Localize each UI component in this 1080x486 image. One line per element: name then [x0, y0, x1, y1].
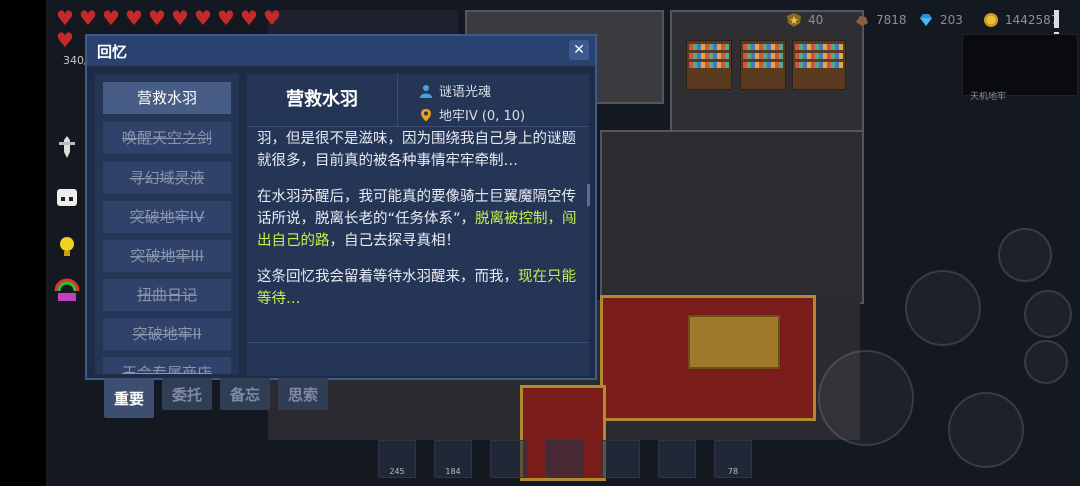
- npc-meta: 谜语光魂: [419, 81, 491, 100]
- ore-icon: [856, 16, 868, 26]
- heart-icon: ♥: [263, 6, 281, 30]
- material-counter: 7818: [854, 10, 907, 30]
- lightbulb-icon[interactable]: [54, 234, 80, 260]
- person-icon: [420, 84, 432, 98]
- memory-paragraph: 羽，但是很不是滋味，因为围绕我自己身上的谜题就很多，目前真的被各种事情牢牢牵制…: [257, 131, 576, 169]
- wall-block: [600, 130, 864, 304]
- attack-button[interactable]: [818, 350, 914, 446]
- bookshelf: [740, 40, 786, 90]
- heart-icon: ♥: [217, 6, 235, 30]
- category-tabs: 重要 委托 备忘 思索: [104, 378, 329, 418]
- memory-paragraph: 在水羽苏醒后，我可能真的要像骑士巨翼魔隔空传话所说，脱离长老的“任务体系”，脱离…: [257, 186, 579, 252]
- health-hearts-row2: ♥: [56, 28, 76, 52]
- hotbar-count: 78: [727, 467, 739, 476]
- gem-counter: 203: [918, 10, 963, 30]
- tab-commission[interactable]: 委托: [162, 378, 213, 410]
- memory-item[interactable]: 突破地牢IV: [103, 201, 231, 233]
- minimap[interactable]: [962, 34, 1078, 96]
- coin-counter: 1442587: [983, 10, 1058, 30]
- close-button[interactable]: ✕: [569, 40, 589, 60]
- memory-paragraph: 这条回忆我会留着等待水羽醒来，而我，现在只能等待…: [257, 266, 579, 310]
- heart-icon: ♥: [56, 6, 74, 30]
- content-scrollbar[interactable]: [587, 184, 590, 206]
- hotbar-slot[interactable]: 245: [378, 440, 416, 478]
- skill-button[interactable]: [998, 228, 1052, 282]
- heart-icon: ♥: [102, 6, 120, 30]
- pause-button[interactable]: [1054, 10, 1070, 50]
- switch-button[interactable]: [1024, 340, 1068, 384]
- health-hearts: ♥ ♥ ♥ ♥ ♥ ♥ ♥ ♥ ♥ ♥: [56, 6, 283, 30]
- memory-item[interactable]: 营救水羽: [103, 82, 231, 114]
- dodge-button[interactable]: [948, 392, 1024, 468]
- memory-list: 营救水羽 唤醒天空之剑 寻幻域灵液 突破地牢IV 突破地牢III 扭曲日记 突破…: [95, 74, 239, 374]
- tab-ponder[interactable]: 思索: [278, 378, 329, 410]
- memory-dialog: 回忆 ✕ 营救水羽 唤醒天空之剑 寻幻域灵液 突破地牢IV 突破地牢III 扭曲…: [85, 34, 597, 380]
- heart-icon: ♥: [56, 28, 74, 52]
- memory-item[interactable]: 突破地牢III: [103, 240, 231, 272]
- coin-icon: [984, 13, 998, 27]
- dialog-title: 回忆: [97, 43, 128, 61]
- location-pin-icon: [421, 108, 431, 121]
- hotbar-count: 184: [445, 467, 461, 476]
- memory-item[interactable]: 寻幻域灵液: [103, 162, 231, 194]
- shield-star-icon: [787, 13, 801, 27]
- content-header: 营救水羽 谜语光魂 地牢IV (0, 10): [247, 74, 589, 127]
- content-title: 营救水羽: [247, 74, 398, 126]
- memory-content: 营救水羽 谜语光魂 地牢IV (0, 10) 羽，但是很不是滋味，因为围绕我自己…: [247, 74, 590, 376]
- tab-important[interactable]: 重要: [104, 378, 155, 418]
- material-value: 7818: [876, 13, 907, 27]
- heart-icon: ♥: [79, 6, 97, 30]
- content-divider: [247, 342, 589, 343]
- weapon-icon[interactable]: [54, 134, 80, 160]
- hotbar-slot[interactable]: [602, 440, 640, 478]
- dialog-header: 回忆 ✕: [87, 36, 595, 66]
- hp-text: 340/: [63, 54, 88, 67]
- hotbar-slot[interactable]: [658, 440, 696, 478]
- heart-icon: ♥: [171, 6, 189, 30]
- gem-value: 203: [940, 13, 963, 27]
- location-meta: 地牢IV (0, 10): [419, 105, 525, 124]
- memory-item[interactable]: 唤醒天空之剑: [103, 122, 231, 154]
- hotbar-slot[interactable]: [490, 440, 528, 478]
- special-skill-button[interactable]: [905, 270, 981, 346]
- heart-icon: ♥: [240, 6, 258, 30]
- heart-icon: ♥: [148, 6, 166, 30]
- tab-memo[interactable]: 备忘: [220, 378, 271, 410]
- memory-item[interactable]: 突破地牢II: [103, 318, 231, 350]
- swap-weapon-button[interactable]: [1024, 290, 1072, 338]
- heart-icon: ♥: [194, 6, 212, 30]
- text-span: ，自己去探寻真相！: [329, 233, 461, 249]
- hotbar-slot[interactable]: 78: [714, 440, 752, 478]
- screen-edge: [0, 0, 46, 486]
- location-text: 地牢IV (0, 10): [439, 109, 526, 124]
- npc-name: 谜语光魂: [439, 85, 492, 100]
- hotbar-slot[interactable]: 184: [434, 440, 472, 478]
- level-value: 40: [808, 13, 824, 27]
- wooden-table: [688, 315, 780, 369]
- minimap-label: 天机地牢: [970, 92, 1007, 102]
- bookshelf: [686, 40, 732, 90]
- memory-text[interactable]: 羽，但是很不是滋味，因为围绕我自己身上的谜题就很多，目前真的被各种事情牢牢牵制……: [257, 128, 579, 342]
- rainbow-shop-icon[interactable]: [54, 277, 80, 303]
- backpack-icon[interactable]: [54, 184, 80, 210]
- heart-icon: ♥: [125, 6, 143, 30]
- coin-value: 1442587: [1005, 13, 1059, 27]
- bookshelf: [792, 40, 846, 90]
- memory-item[interactable]: 王会专属商店: [103, 357, 231, 374]
- hotbar-slot[interactable]: [546, 440, 584, 478]
- close-icon: ✕: [573, 42, 585, 58]
- memory-item[interactable]: 扭曲日记: [103, 279, 231, 311]
- level-counter: 40: [786, 10, 823, 30]
- hotbar-count: 245: [389, 467, 405, 476]
- text-span: 这条回忆我会留着等待水羽醒来，而我，: [257, 269, 518, 285]
- diamond-icon: [920, 14, 932, 26]
